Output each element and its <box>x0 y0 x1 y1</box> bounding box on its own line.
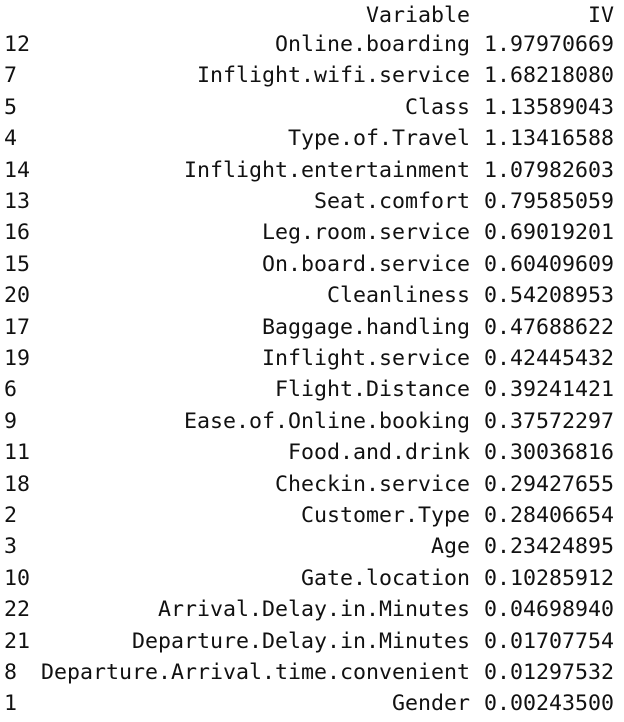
variable-cell: Inflight.entertainment <box>183 157 470 183</box>
iv-cell: 0.47688622 <box>483 314 614 340</box>
variable-cell: Ease.of.Online.booking <box>183 408 470 434</box>
iv-cell: 0.29427655 <box>483 471 614 497</box>
variable-cell: Seat.comfort <box>313 189 470 214</box>
variable-cell: Food.and.drink <box>287 440 470 466</box>
iv-cell: 0.42445432 <box>483 346 614 371</box>
table-row: 3 Age 0.23424895 <box>0 531 624 562</box>
table-row: 17 Baggage.handling 0.47688622 <box>0 312 624 343</box>
variable-cell: Type.of.Travel <box>287 126 470 152</box>
variable-cell: Gate.location <box>300 565 470 591</box>
variable-cell: Checkin.service <box>274 471 470 497</box>
column-header-iv: IV <box>587 3 614 28</box>
iv-cell: 1.97970669 <box>483 32 614 57</box>
iv-cell: 0.01707754 <box>483 628 614 654</box>
variable-cell: Online.boarding <box>274 32 470 57</box>
variable-cell: Leg.room.service <box>261 220 470 246</box>
variable-cell: Flight.Distance <box>274 377 470 403</box>
iv-cell: 0.60409609 <box>483 251 614 277</box>
row-index: 2 <box>4 503 18 528</box>
variable-cell: On.board.service <box>261 251 470 277</box>
table-row: 11 Food.and.drink 0.30036816 <box>0 437 624 468</box>
iv-cell: 0.01297532 <box>483 660 614 685</box>
iv-cell: 1.13589043 <box>483 94 614 120</box>
iv-cell: 0.54208953 <box>483 283 614 309</box>
row-index: 6 <box>4 377 18 403</box>
row-index: 7 <box>4 63 18 89</box>
table-row: 1 Gender 0.00243500 <box>0 688 624 719</box>
row-index: 21 <box>4 628 31 654</box>
iv-cell: 0.69019201 <box>483 220 614 246</box>
table-row: 12 Online.boarding 1.97970669 <box>0 29 624 60</box>
column-header-variable: Variable <box>365 3 470 28</box>
variable-cell: Arrival.Delay.in.Minutes <box>157 597 470 623</box>
iv-cell: 0.39241421 <box>483 377 614 403</box>
variable-cell: Gender <box>391 691 470 717</box>
table-row: 6 Flight.Distance 0.39241421 <box>0 374 624 405</box>
table-row: 9 Ease.of.Online.booking 0.37572297 <box>0 406 624 437</box>
table-row: 15 On.board.service 0.60409609 <box>0 249 624 280</box>
row-index: 10 <box>4 565 31 591</box>
iv-cell: 0.23424895 <box>483 534 614 560</box>
table-row: 20 Cleanliness 0.54208953 <box>0 280 624 311</box>
iv-cell: 0.04698940 <box>483 597 614 623</box>
table-row: 5 Class 1.13589043 <box>0 92 624 123</box>
variable-cell: Baggage.handling <box>261 314 470 340</box>
iv-cell: 0.37572297 <box>483 408 614 434</box>
table-row: 22 Arrival.Delay.in.Minutes 0.04698940 <box>0 594 624 625</box>
row-index: 19 <box>4 346 31 371</box>
row-index: 14 <box>4 157 31 183</box>
row-index: 11 <box>4 440 31 466</box>
row-index: 3 <box>4 534 18 560</box>
table-row: 2 Customer.Type 0.28406654 <box>0 500 624 531</box>
iv-cell: 0.28406654 <box>483 503 614 528</box>
row-index: 17 <box>4 314 31 340</box>
variable-cell: Cleanliness <box>326 283 470 309</box>
iv-cell: 1.68218080 <box>483 63 614 89</box>
iv-cell: 0.79585059 <box>483 189 614 214</box>
row-index: 13 <box>4 189 31 214</box>
row-index: 22 <box>4 597 31 623</box>
iv-cell: 0.00243500 <box>483 691 614 717</box>
table-header: Variable IV <box>0 0 624 31</box>
table-row: 13 Seat.comfort 0.79585059 <box>0 186 624 217</box>
row-index: 20 <box>4 283 31 309</box>
row-index: 18 <box>4 471 31 497</box>
row-index: 12 <box>4 32 31 57</box>
variable-cell: Inflight.wifi.service <box>196 63 470 89</box>
table-row: 18 Checkin.service 0.29427655 <box>0 469 624 500</box>
table-row: 4 Type.of.Travel 1.13416588 <box>0 123 624 154</box>
iv-cell: 0.30036816 <box>483 440 614 466</box>
iv-cell: 1.07982603 <box>483 157 614 183</box>
variable-cell: Inflight.service <box>261 346 470 371</box>
iv-cell: 0.10285912 <box>483 565 614 591</box>
table-row: 10 Gate.location 0.10285912 <box>0 563 624 594</box>
row-index: 5 <box>4 94 18 120</box>
console-output: Variable IV 12 Online.boarding 1.97970669 7… <box>0 0 624 722</box>
variable-cell: Departure.Delay.in.Minutes <box>131 628 470 654</box>
iv-cell: 1.13416588 <box>483 126 614 152</box>
row-index: 15 <box>4 251 31 277</box>
table-row: 8 Departure.Arrival.time.convenient 0.0129… <box>0 657 624 688</box>
table-row: 21 Departure.Delay.in.Minutes 0.01707754 <box>0 626 624 657</box>
variable-cell: Departure.Arrival.time.convenient <box>40 660 470 685</box>
table-row: 16 Leg.room.service 0.69019201 <box>0 217 624 248</box>
variable-cell: Class <box>404 94 470 120</box>
variable-cell: Age <box>430 534 470 560</box>
table-row: 19 Inflight.service 0.42445432 <box>0 343 624 374</box>
row-index: 16 <box>4 220 31 246</box>
row-index: 1 <box>4 691 18 717</box>
row-index: 4 <box>4 126 18 152</box>
variable-cell: Customer.Type <box>300 503 470 528</box>
row-index: 9 <box>4 408 18 434</box>
table-row: 14 Inflight.entertainment 1.07982603 <box>0 155 624 186</box>
table-row: 7 Inflight.wifi.service 1.68218080 <box>0 60 624 91</box>
row-index: 8 <box>4 660 18 685</box>
